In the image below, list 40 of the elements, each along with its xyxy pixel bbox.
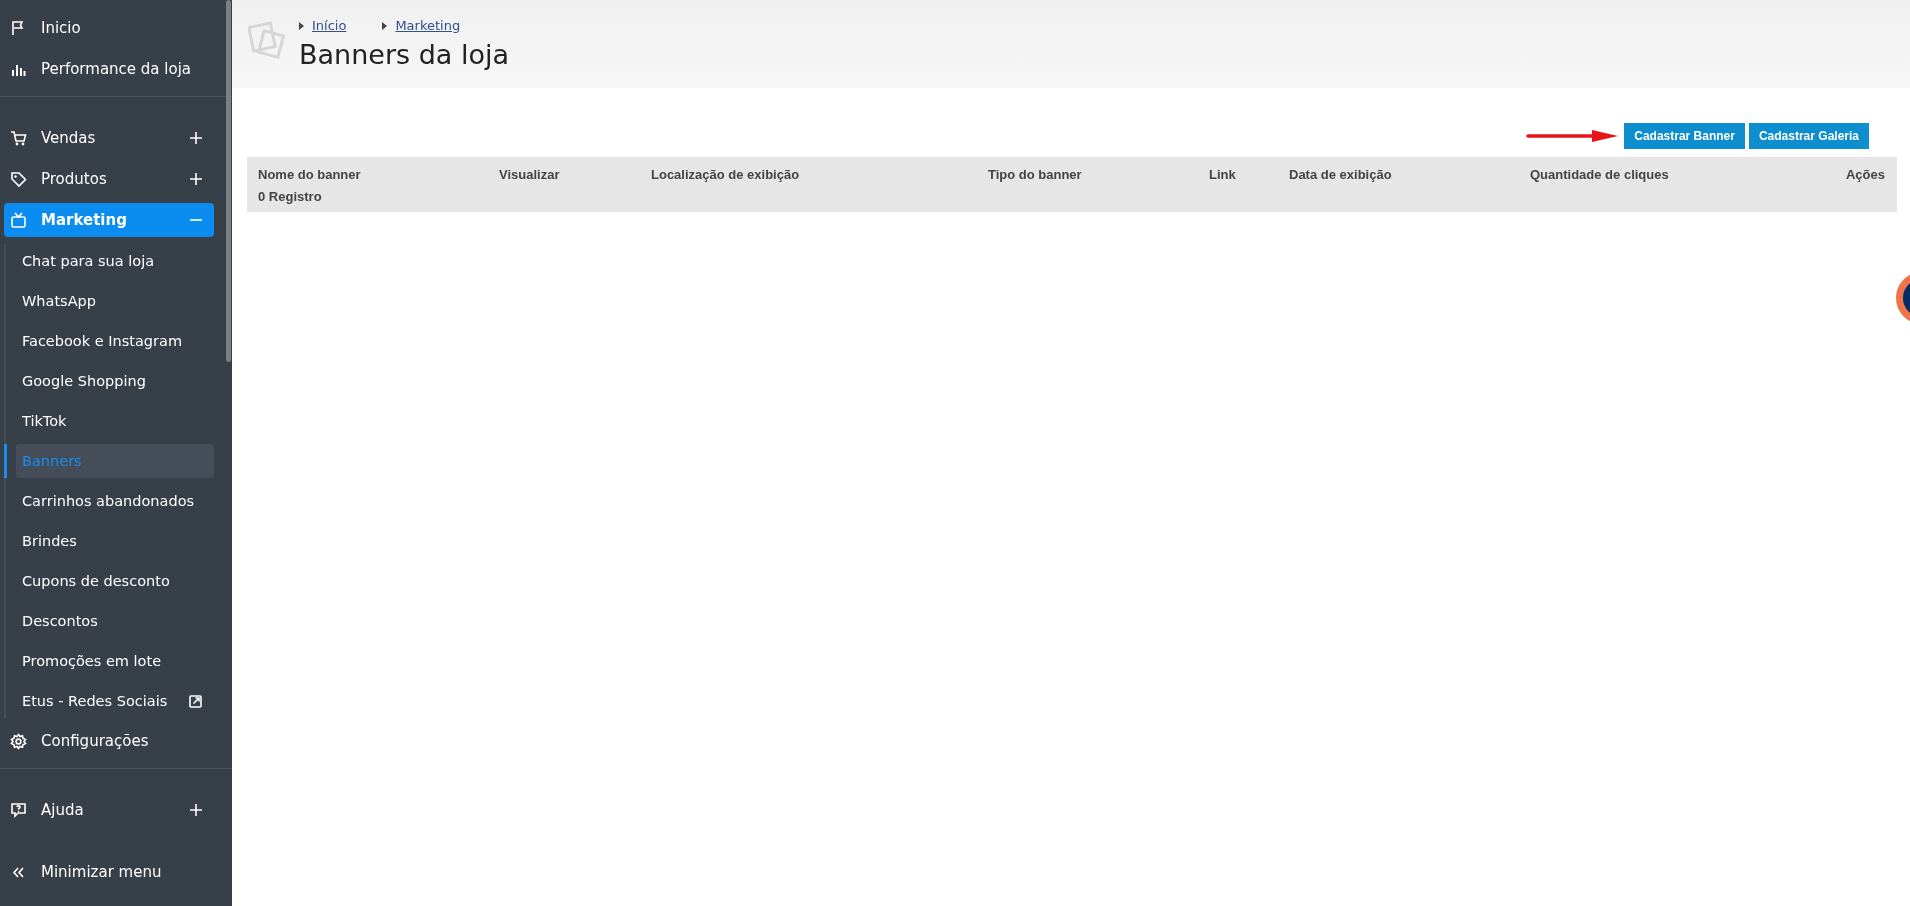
record-count: 0 Registro — [258, 188, 322, 205]
submenu-item[interactable]: Promoções em lote — [16, 644, 214, 678]
menu-item[interactable]: Performance da loja — [4, 52, 214, 86]
menu-label: Produtos — [41, 170, 108, 188]
menu-label: Configurações — [41, 732, 150, 750]
submenu-item[interactable]: Google Shopping — [16, 364, 214, 398]
breadcrumb-link[interactable]: Início — [312, 18, 347, 33]
column-header: Quantidade de cliques — [1530, 166, 1669, 182]
menu-label: Ajuda — [41, 801, 85, 819]
breadcrumb-link[interactable]: Marketing — [395, 18, 461, 33]
menu-label: Inicio — [41, 19, 82, 37]
button[interactable]: Cadastrar Banner — [1624, 123, 1745, 149]
submenu-item[interactable]: Chat para sua loja — [16, 244, 214, 278]
column-header: Link — [1209, 166, 1236, 182]
column-header: Tipo do banner — [988, 166, 1082, 182]
submenu-item[interactable]: WhatsApp — [16, 284, 214, 318]
menu-group[interactable]: Vendas — [4, 121, 214, 155]
menu-label: Minimizar menu — [41, 863, 163, 881]
column-header: Data de exibição — [1289, 166, 1392, 182]
column-header: Ações — [1845, 166, 1885, 182]
submenu-item[interactable]: Descontos — [16, 604, 214, 638]
submenu-item[interactable]: TikTok — [16, 404, 214, 438]
menu-label: Marketing — [41, 211, 128, 229]
page-title: Banners da loja — [299, 39, 509, 70]
column-header: Visualizar — [499, 166, 560, 182]
menu-group[interactable]: Ajuda — [4, 793, 214, 827]
submenu-item[interactable]: Etus - Redes Sociais — [16, 684, 214, 718]
menu-item[interactable]: Minimizar menu — [4, 855, 214, 889]
column-header: Localização de exibição — [651, 166, 800, 182]
submenu-item[interactable]: Carrinhos abandonados — [16, 484, 214, 518]
menu-label: Vendas — [41, 129, 97, 147]
button[interactable]: Cadastrar Galeria — [1748, 123, 1869, 149]
submenu-item[interactable]: Cupons de desconto — [16, 564, 214, 598]
column-header: Nome do banner — [258, 166, 361, 182]
menu-label: Performance da loja — [41, 60, 192, 78]
menu-item[interactable]: Configurações — [4, 724, 214, 758]
menu-item[interactable]: Inicio — [4, 11, 214, 45]
submenu-item[interactable]: Brindes — [16, 524, 214, 558]
menu-group[interactable]: Produtos — [4, 162, 214, 196]
submenu-item[interactable]: Facebook e Instagram — [16, 324, 214, 358]
